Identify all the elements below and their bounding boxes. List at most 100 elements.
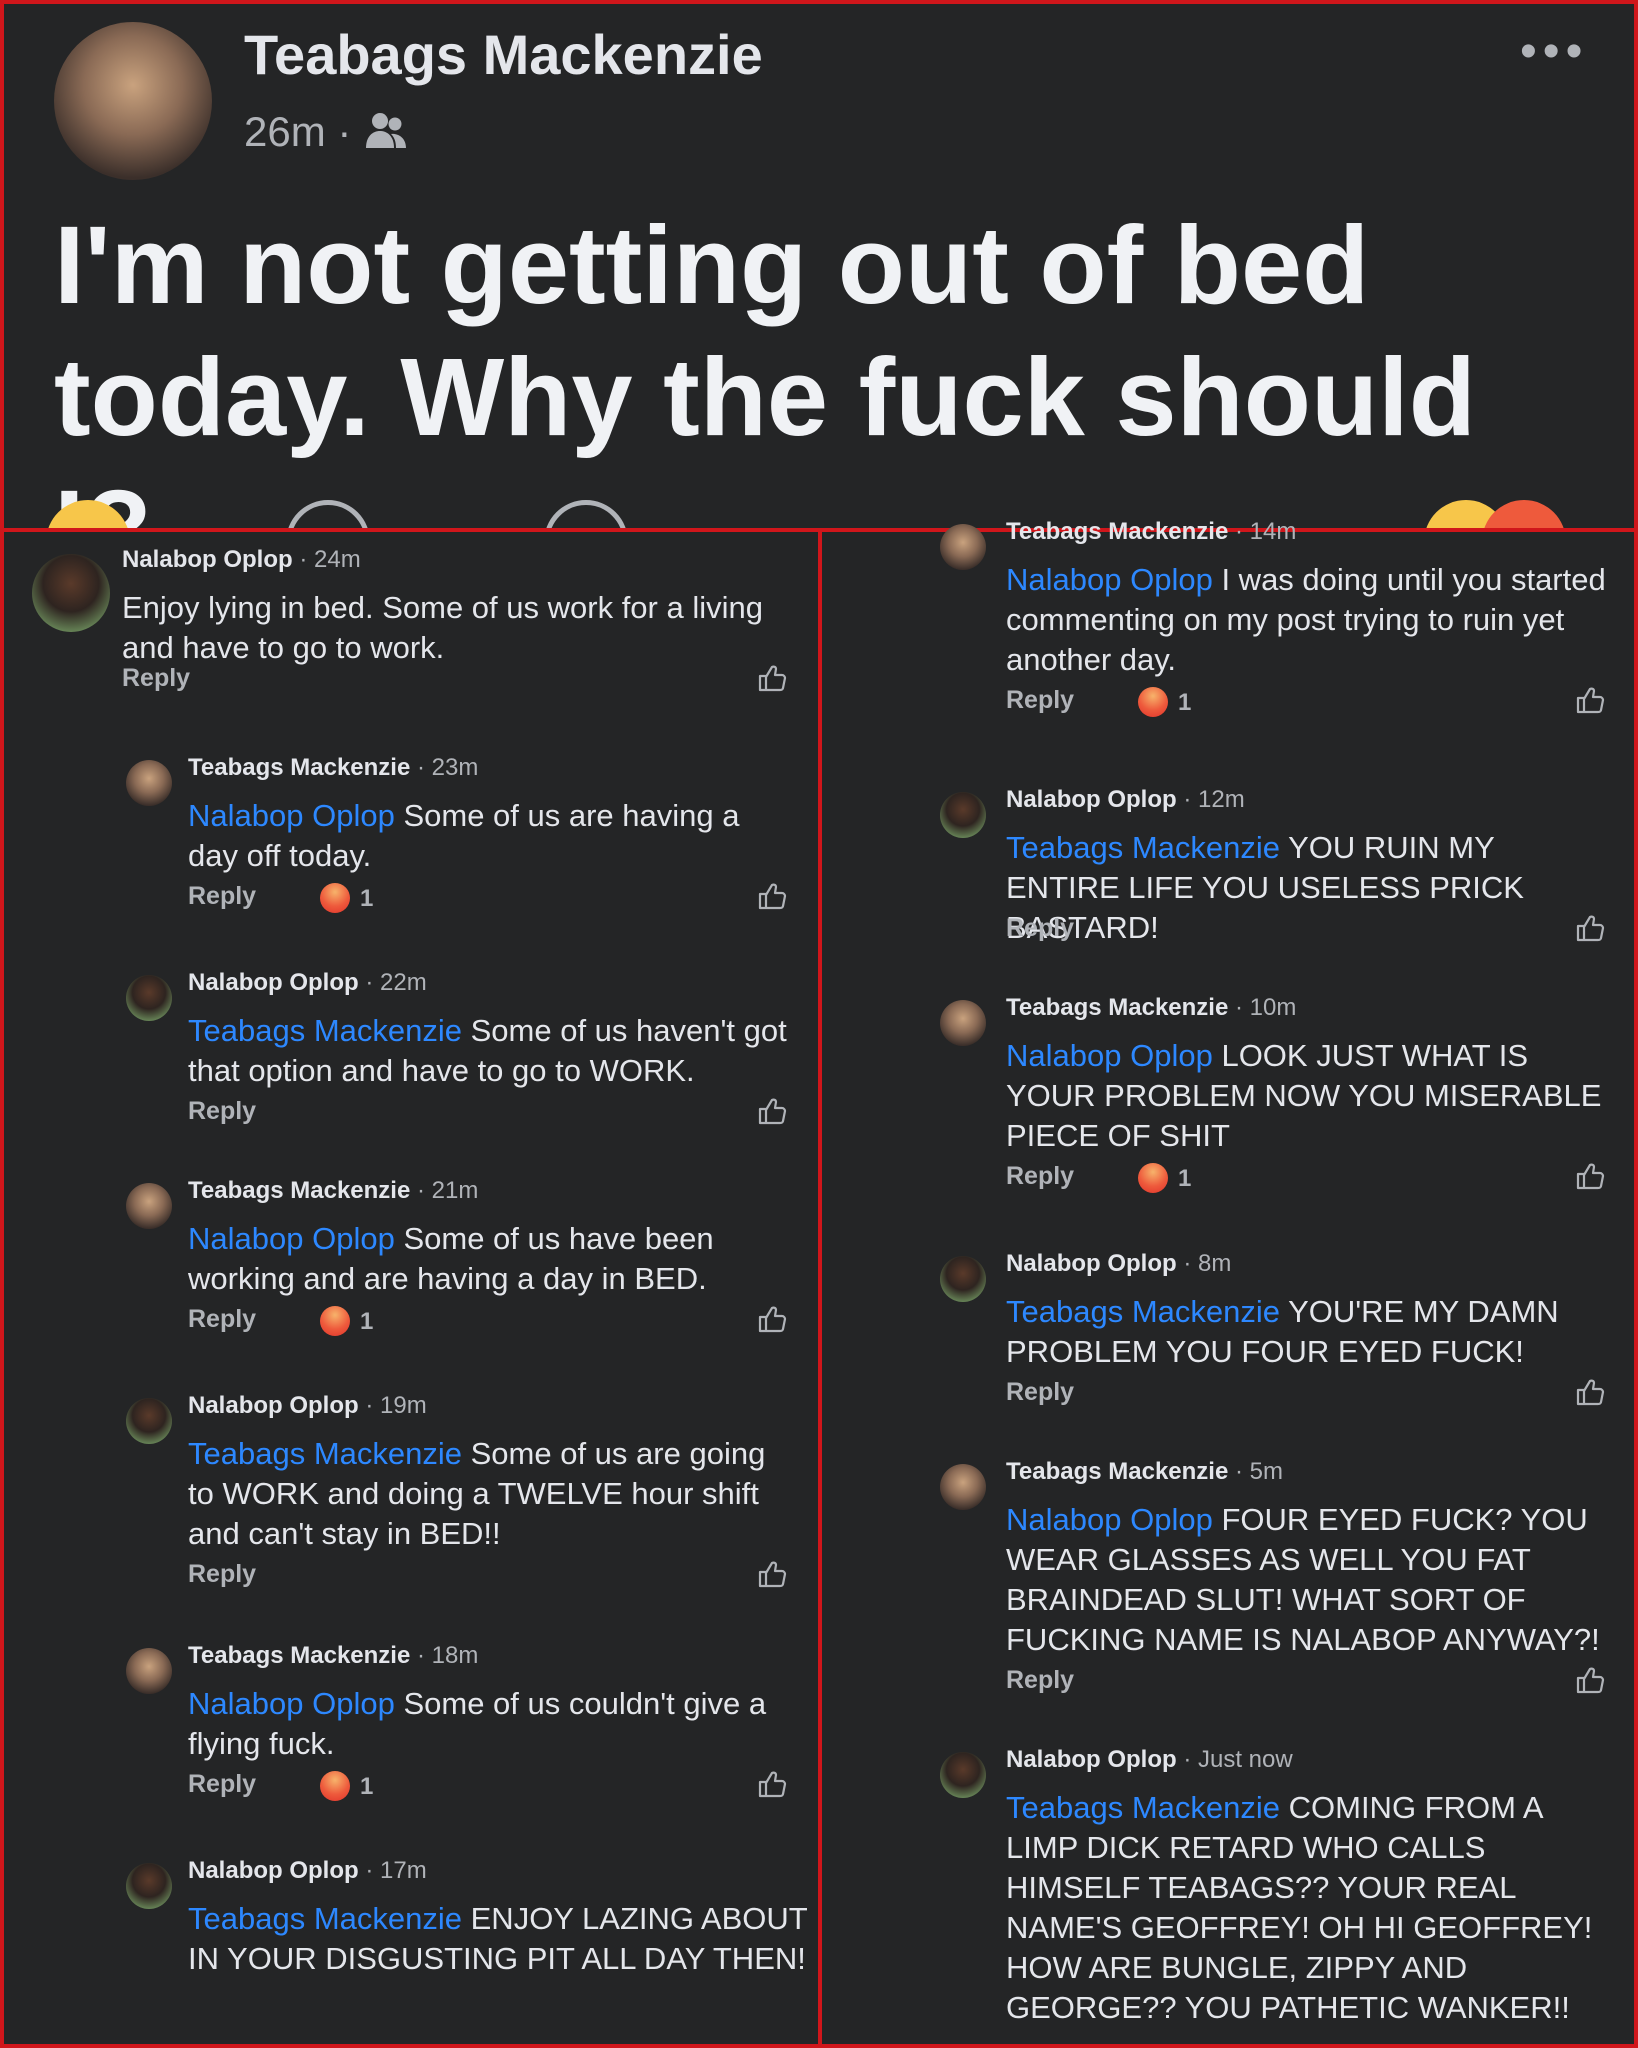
comment-time[interactable]: 19m <box>380 1392 427 1419</box>
comment-mention[interactable]: Teabags Mackenzie <box>188 1436 462 1471</box>
comment-time[interactable]: 17m <box>380 1857 427 1884</box>
reaction-count[interactable]: 1 <box>360 885 373 913</box>
comment-header: Teabags Mackenzie · 23m <box>188 754 478 782</box>
friends-audience-icon <box>366 113 407 148</box>
comment-time[interactable]: 21m <box>432 1177 479 1204</box>
comment-author[interactable]: Teabags Mackenzie <box>188 1642 410 1669</box>
comment-time[interactable]: 8m <box>1198 1250 1231 1277</box>
comment-author[interactable]: Nalabop Oplop <box>188 969 359 996</box>
comment-time[interactable]: 23m <box>432 754 479 781</box>
like-icon[interactable] <box>1574 912 1606 944</box>
comment-text: Nalabop Oplop FOUR EYED FUCK? YOU WEAR G… <box>1006 1500 1606 1660</box>
comment-time[interactable]: 5m <box>1250 1458 1283 1485</box>
like-icon[interactable] <box>756 662 788 694</box>
comment-author[interactable]: Nalabop Oplop <box>1006 1250 1177 1277</box>
comment-avatar[interactable] <box>126 760 172 806</box>
comment-header: Teabags Mackenzie · 10m <box>1006 994 1296 1022</box>
comment-avatar[interactable] <box>940 524 986 570</box>
reply-button[interactable]: Reply <box>188 882 256 911</box>
comment-mention[interactable]: Teabags Mackenzie <box>1006 830 1280 865</box>
comment-time[interactable]: 12m <box>1198 786 1245 813</box>
reply-button[interactable]: Reply <box>1006 1378 1074 1407</box>
comment-avatar[interactable] <box>940 1464 986 1510</box>
comment-separator: · <box>1176 1250 1198 1277</box>
like-icon[interactable] <box>1574 1664 1606 1696</box>
like-icon[interactable] <box>1574 1160 1606 1192</box>
comment-avatar[interactable] <box>940 792 986 838</box>
reply-button[interactable]: Reply <box>122 664 190 693</box>
like-icon[interactable] <box>756 1303 788 1335</box>
reply-button[interactable]: Reply <box>188 1560 256 1589</box>
comment-avatar[interactable] <box>126 1183 172 1229</box>
comment-author[interactable]: Nalabop Oplop <box>122 546 293 573</box>
comment-avatar[interactable] <box>126 1648 172 1694</box>
comment-author[interactable]: Teabags Mackenzie <box>1006 518 1228 545</box>
comment-mention[interactable]: Nalabop Oplop <box>188 1686 395 1721</box>
reply-button[interactable]: Reply <box>1006 1666 1074 1695</box>
reaction-count[interactable]: 1 <box>1178 1165 1191 1193</box>
comment-author[interactable]: Teabags Mackenzie <box>188 1177 410 1204</box>
comment-separator: · <box>1228 1458 1250 1485</box>
comment-author[interactable]: Nalabop Oplop <box>188 1392 359 1419</box>
reaction-count[interactable]: 1 <box>360 1773 373 1801</box>
angry-reaction-icon[interactable] <box>1138 1163 1168 1193</box>
angry-reaction-icon[interactable] <box>320 1771 350 1801</box>
comment-author[interactable]: Nalabop Oplop <box>188 1857 359 1884</box>
comment-time[interactable]: 24m <box>314 546 361 573</box>
comment-time[interactable]: Just now <box>1198 1746 1293 1773</box>
comment-mention[interactable]: Nalabop Oplop <box>188 1221 395 1256</box>
comment-mention[interactable]: Nalabop Oplop <box>1006 1502 1213 1537</box>
reply-button[interactable]: Reply <box>1006 1162 1074 1191</box>
comment-avatar[interactable] <box>126 1863 172 1909</box>
comment-header: Nalabop Oplop · 22m <box>188 969 427 997</box>
comment-text: Enjoy lying in bed. Some of us work for … <box>122 588 792 668</box>
comment-avatar[interactable] <box>126 1398 172 1444</box>
comment-avatar[interactable] <box>32 554 110 632</box>
more-options-icon[interactable]: ••• <box>1520 24 1588 79</box>
comment-author[interactable]: Nalabop Oplop <box>1006 786 1177 813</box>
comment-time[interactable]: 18m <box>432 1642 479 1669</box>
post-author-avatar[interactable] <box>54 22 212 180</box>
comment-time[interactable]: 10m <box>1250 994 1297 1021</box>
angry-reaction-icon[interactable] <box>320 883 350 913</box>
comment-separator: · <box>1228 994 1250 1021</box>
comment-author[interactable]: Teabags Mackenzie <box>1006 994 1228 1021</box>
reaction-count[interactable]: 1 <box>1178 689 1191 717</box>
comment-header: Nalabop Oplop · 24m <box>122 546 361 574</box>
comment-mention[interactable]: Nalabop Oplop <box>1006 1038 1213 1073</box>
post-panel: Teabags Mackenzie 26m · ••• I'm not gett… <box>0 0 1638 591</box>
like-icon[interactable] <box>1574 684 1606 716</box>
comment-mention[interactable]: Nalabop Oplop <box>188 798 395 833</box>
reply-button[interactable]: Reply <box>1006 914 1074 943</box>
comment-mention[interactable]: Teabags Mackenzie <box>1006 1294 1280 1329</box>
angry-reaction-icon[interactable] <box>1138 687 1168 717</box>
comment-mention[interactable]: Nalabop Oplop <box>1006 562 1213 597</box>
like-icon[interactable] <box>756 1768 788 1800</box>
reply-button[interactable]: Reply <box>1006 686 1074 715</box>
reply-button[interactable]: Reply <box>188 1770 256 1799</box>
like-icon[interactable] <box>756 1558 788 1590</box>
comment-avatar[interactable] <box>940 1000 986 1046</box>
post-author-name[interactable]: Teabags Mackenzie <box>244 22 763 87</box>
comment-avatar[interactable] <box>126 975 172 1021</box>
like-icon[interactable] <box>1574 1376 1606 1408</box>
comment-author[interactable]: Teabags Mackenzie <box>1006 1458 1228 1485</box>
comment-time[interactable]: 22m <box>380 969 427 996</box>
like-icon[interactable] <box>756 1095 788 1127</box>
comment-avatar[interactable] <box>940 1256 986 1302</box>
reaction-count[interactable]: 1 <box>360 1308 373 1336</box>
comment-separator: · <box>410 754 432 781</box>
like-icon[interactable] <box>756 880 788 912</box>
comment-mention[interactable]: Teabags Mackenzie <box>1006 1790 1280 1825</box>
comment-avatar[interactable] <box>940 1752 986 1798</box>
reply-button[interactable]: Reply <box>188 1097 256 1126</box>
comment-author[interactable]: Teabags Mackenzie <box>188 754 410 781</box>
reply-button[interactable]: Reply <box>188 1305 256 1334</box>
comment-separator: · <box>358 1857 380 1884</box>
comment-header: Teabags Mackenzie · 18m <box>188 1642 478 1670</box>
comment-mention[interactable]: Teabags Mackenzie <box>188 1901 462 1936</box>
comment-time[interactable]: 14m <box>1250 518 1297 545</box>
angry-reaction-icon[interactable] <box>320 1306 350 1336</box>
comment-mention[interactable]: Teabags Mackenzie <box>188 1013 462 1048</box>
comment-author[interactable]: Nalabop Oplop <box>1006 1746 1177 1773</box>
